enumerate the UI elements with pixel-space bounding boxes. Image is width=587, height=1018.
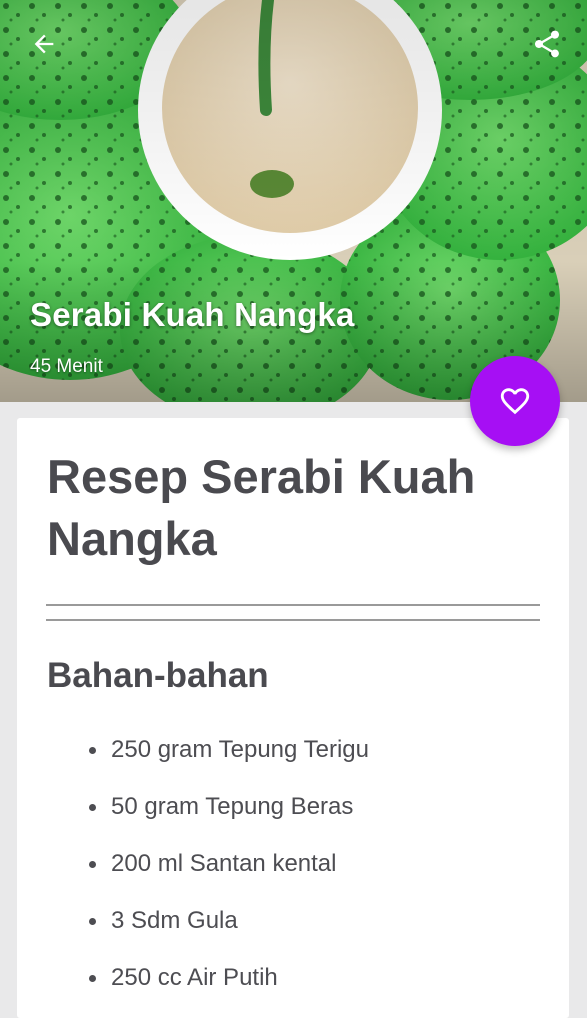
share-icon [535, 30, 559, 58]
ingredient-item: 3 Sdm Gula [87, 903, 369, 960]
ingredients-heading: Bahan-bahan [47, 656, 269, 695]
favorite-button[interactable] [470, 356, 560, 446]
share-button[interactable] [525, 22, 569, 66]
arrow-left-icon [34, 34, 54, 54]
divider [46, 619, 540, 621]
heart-outline-icon [500, 388, 530, 415]
recipe-card: Resep Serabi Kuah Nangka Bahan-bahan 250… [17, 418, 569, 1018]
hero-title: Serabi Kuah Nangka [30, 296, 355, 333]
recipe-title: Resep Serabi Kuah Nangka [47, 450, 476, 565]
ingredient-item: 50 gram Tepung Beras [87, 789, 369, 846]
divider [46, 604, 540, 606]
hero-image: Serabi Kuah Nangka 45 Menit [0, 0, 587, 402]
ingredients-list: 250 gram Tepung Terigu 50 gram Tepung Be… [87, 732, 369, 1017]
serabi-photo [0, 0, 587, 402]
back-button[interactable] [22, 22, 66, 66]
cooking-duration: 45 Menit [30, 356, 103, 377]
ingredient-item: 200 ml Santan kental [87, 846, 369, 903]
ingredient-item: 250 cc Air Putih [87, 960, 369, 1017]
ingredient-item: 250 gram Tepung Terigu [87, 732, 369, 789]
